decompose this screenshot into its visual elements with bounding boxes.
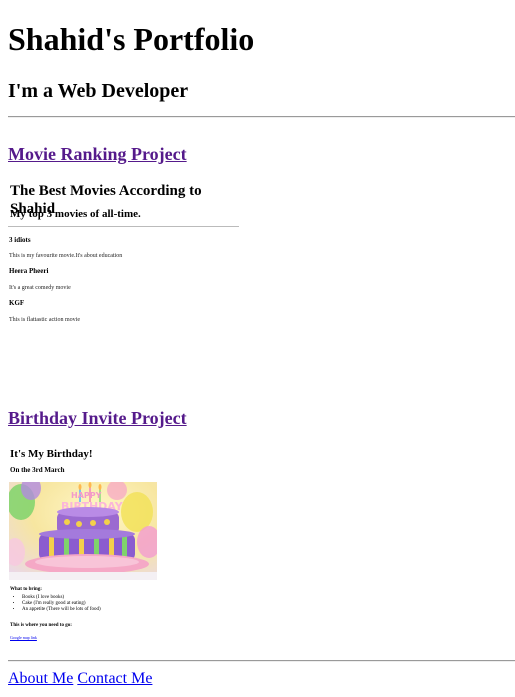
footer-nav: About Me Contact Me [8,669,152,688]
svg-text:HAPPY: HAPPY [71,491,102,500]
movie-project-frame: The Best Movies According to Shahid My t… [0,178,248,353]
birthday-project-frame: It's My Birthday! On the 3rd March HAPPY… [0,445,250,650]
contact-me-link[interactable]: Contact Me [77,670,152,687]
about-me-link[interactable]: About Me [8,670,73,687]
bring-heading: What to bring: [10,587,42,592]
list-item: An appetite (There will be lots of food) [22,607,101,613]
movie-title: 3 idiots [9,236,31,244]
google-map-link[interactable]: Google map link [10,635,37,640]
where-heading: This is where you need to go: [10,623,72,628]
page: Shahid's Portfolio I'm a Web Developer M… [0,0,515,697]
birthday-heading: It's My Birthday! [10,448,93,460]
movie-title: KGF [9,299,25,307]
birthday-cake-image: HAPPY BIRTHDAY [9,482,157,580]
movie-description: This is my favourite movie.It's about ed… [9,253,123,259]
movie-divider [8,226,239,227]
birthday-date: On the 3rd March [10,466,65,474]
bottom-divider [8,660,515,662]
bring-list: Books (I love books) Cake (I'm really go… [10,595,101,613]
birthday-project-link[interactable]: Birthday Invite Project [8,408,187,428]
movie-subheading: My top 3 movies of all-time. [10,208,141,220]
movie-project-link[interactable]: Movie Ranking Project [8,144,187,164]
page-title: Shahid's Portfolio [8,21,255,57]
movie-title: Heera Pheeri [9,267,49,275]
movie-description: It's a great comedy movie [9,285,71,291]
page-subtitle: I'm a Web Developer [8,80,189,102]
movie-description: This is flattastic action movie [9,317,80,323]
top-divider [8,116,515,118]
